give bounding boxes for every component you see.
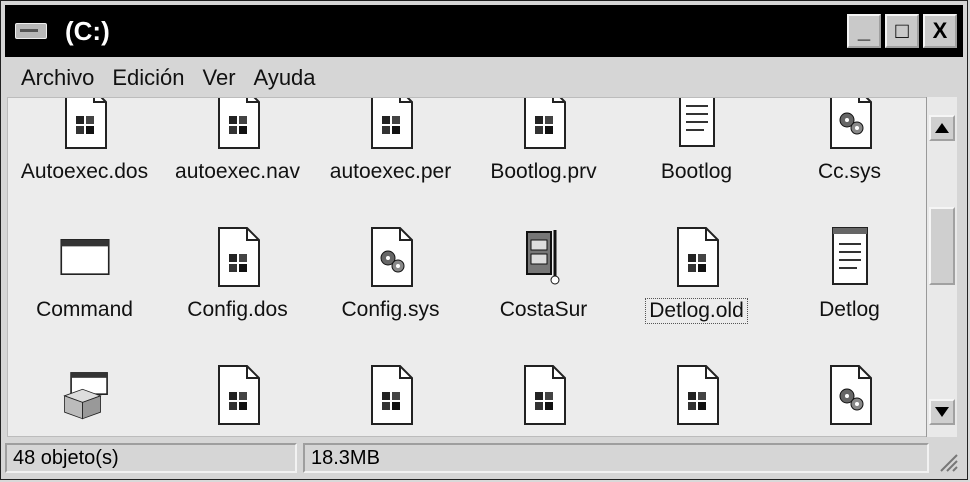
windows-file-icon	[211, 98, 265, 152]
file-label: CostaSur	[499, 298, 588, 321]
file-item[interactable]	[467, 356, 620, 436]
windows-file-icon	[211, 362, 265, 428]
system-gear-file-icon	[823, 362, 877, 428]
compressed-archive-icon	[517, 224, 571, 290]
file-label: Detlog.old	[645, 298, 748, 324]
file-grid: Autoexec.dos autoexec.nav autoexec.per Boot…	[8, 98, 926, 436]
file-item[interactable]: Config.dos	[161, 218, 314, 356]
file-item[interactable]: Autoexec.dos	[8, 98, 161, 218]
windows-file-icon	[517, 98, 571, 152]
menu-ver[interactable]: Ver	[203, 65, 236, 91]
file-label: Command	[36, 298, 133, 321]
window-title: (C:)	[65, 15, 110, 46]
scroll-up-button[interactable]	[929, 115, 955, 141]
drive-icon	[15, 23, 47, 39]
file-item[interactable]: Bootlog.prv	[467, 98, 620, 218]
menu-ayuda[interactable]: Ayuda	[254, 65, 316, 91]
file-label: Bootlog	[660, 160, 733, 183]
file-item[interactable]: Detlog	[773, 218, 926, 356]
text-document-icon	[823, 224, 877, 290]
file-label: Bootlog.prv	[490, 160, 597, 183]
windows-file-icon	[211, 224, 265, 290]
file-item[interactable]	[773, 356, 926, 436]
disk-size-text: 18.3MB	[311, 446, 380, 469]
file-item[interactable]	[8, 356, 161, 436]
windows-file-icon	[58, 98, 112, 152]
setup-box-icon	[58, 362, 112, 428]
windows-file-icon	[364, 98, 418, 152]
file-item[interactable]	[620, 356, 773, 436]
file-label: autoexec.per	[329, 160, 452, 183]
file-label: Config.sys	[341, 298, 440, 321]
down-arrow-icon	[935, 407, 949, 417]
file-label: Detlog	[819, 298, 880, 321]
file-label: Config.dos	[187, 298, 288, 321]
dos-window-icon	[58, 224, 112, 290]
file-item[interactable]: Detlog.old	[620, 218, 773, 356]
system-gear-file-icon	[823, 98, 877, 152]
file-label: Cc.sys	[818, 160, 881, 183]
status-bar: 48 objeto(s) 18.3MB	[5, 439, 963, 477]
explorer-window: (C:) _ □ X Archivo Edición Ver Ayuda Aut…	[0, 0, 968, 480]
resize-grip-icon[interactable]	[937, 451, 959, 473]
maximize-button[interactable]: □	[885, 14, 919, 48]
windows-file-icon	[364, 362, 418, 428]
up-arrow-icon	[935, 123, 949, 133]
windows-file-icon	[670, 362, 724, 428]
menu-bar: Archivo Edición Ver Ayuda	[5, 61, 963, 95]
close-button[interactable]: X	[923, 14, 957, 48]
window-controls: _ □ X	[847, 14, 957, 48]
file-item[interactable]: CostaSur	[467, 218, 620, 356]
file-item[interactable]	[161, 356, 314, 436]
vertical-scrollbar[interactable]	[926, 97, 957, 437]
file-view: Autoexec.dos autoexec.nav autoexec.per Boot…	[7, 97, 927, 437]
title-bar[interactable]: (C:) _ □ X	[5, 5, 963, 57]
file-item[interactable]	[314, 356, 467, 436]
menu-edicion[interactable]: Edición	[112, 65, 184, 91]
minimize-button[interactable]: _	[847, 14, 881, 48]
disk-size: 18.3MB	[303, 443, 929, 473]
file-item[interactable]: Config.sys	[314, 218, 467, 356]
file-item[interactable]: Command	[8, 218, 161, 356]
object-count-text: 48 objeto(s)	[13, 446, 119, 469]
menu-archivo[interactable]: Archivo	[21, 65, 94, 91]
file-label: Autoexec.dos	[20, 160, 149, 183]
file-item[interactable]: autoexec.nav	[161, 98, 314, 218]
system-gear-file-icon	[364, 224, 418, 290]
file-item[interactable]: Cc.sys	[773, 98, 926, 218]
text-document-icon	[670, 98, 724, 152]
scroll-down-button[interactable]	[929, 399, 955, 425]
file-item[interactable]: Bootlog	[620, 98, 773, 218]
file-label: autoexec.nav	[175, 160, 300, 183]
windows-file-icon	[670, 224, 724, 290]
scroll-thumb[interactable]	[929, 207, 955, 285]
object-count: 48 objeto(s)	[5, 443, 297, 473]
windows-file-icon	[517, 362, 571, 428]
file-item[interactable]: autoexec.per	[314, 98, 467, 218]
